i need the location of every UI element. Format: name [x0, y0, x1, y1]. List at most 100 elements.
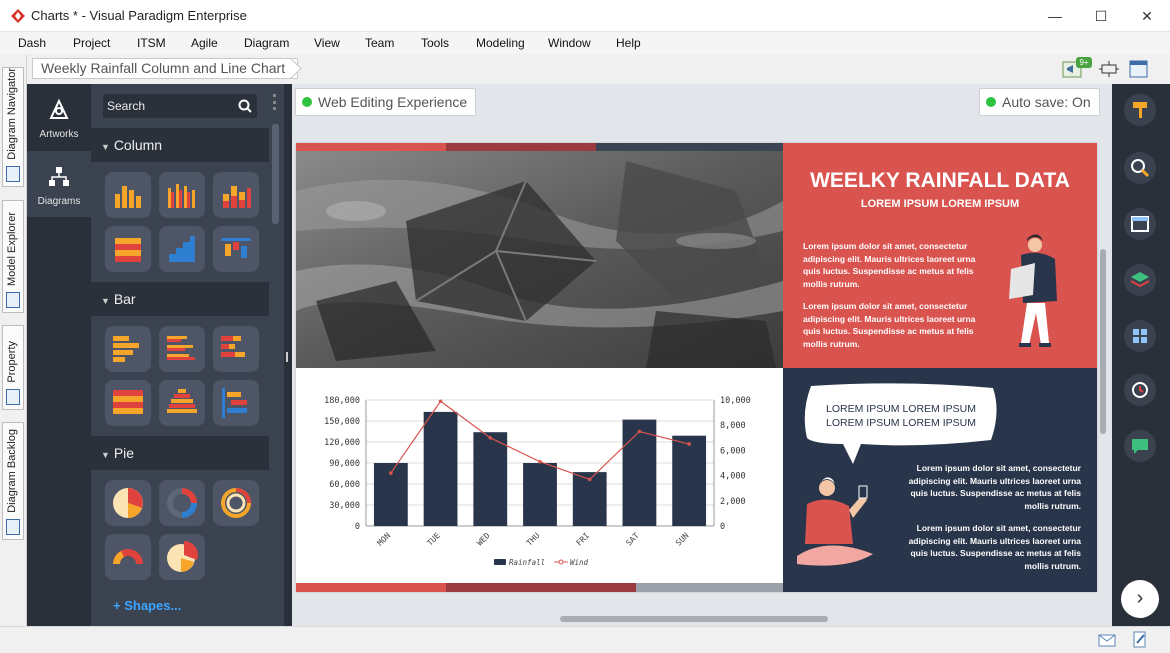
more-shapes-link[interactable]: + Shapes...	[113, 598, 181, 613]
tab-property[interactable]: Property	[2, 325, 24, 410]
menu-diagram[interactable]: Diagram	[244, 36, 289, 50]
close-button[interactable]: ✕	[1124, 0, 1170, 32]
category-column[interactable]: ▼ Column	[91, 128, 269, 162]
red-text-panel: WEELKY RAINFALL DATA LOREM IPSUM LOREM I…	[783, 143, 1097, 368]
rail-diagrams-label: Diagrams	[37, 196, 81, 207]
category-pie[interactable]: ▼ Pie	[91, 436, 269, 470]
shape-bar-range[interactable]	[213, 380, 259, 426]
shape-bar-stacked[interactable]	[213, 326, 259, 372]
tab-label: Diagram Backlog	[6, 429, 18, 513]
diagram-canvas[interactable]: Web Editing Experience Auto save: On WEE…	[292, 84, 1112, 626]
web-editing-indicator[interactable]: Web Editing Experience	[295, 88, 477, 116]
x-tick-label: SAT	[624, 531, 641, 548]
artworks-icon	[49, 98, 69, 119]
rail-artworks[interactable]: Artworks	[27, 84, 91, 150]
comments-icon[interactable]	[1124, 430, 1156, 462]
category-label: Bar	[113, 291, 136, 307]
y-tick-label: 120,000	[324, 438, 360, 448]
shape-column-stacked[interactable]	[213, 172, 259, 218]
autosave-label: Auto save: On	[1002, 94, 1091, 110]
backlog-icon	[6, 519, 20, 535]
mail-icon[interactable]	[1098, 634, 1116, 647]
sitting-person-illustration	[797, 477, 873, 566]
menu-project[interactable]: Project	[73, 36, 110, 50]
shape-bar-heat[interactable]	[105, 380, 151, 426]
shape-pie-half[interactable]	[105, 534, 151, 580]
rail-artworks-label: Artworks	[39, 129, 79, 140]
x-tick-label: SUN	[674, 531, 691, 548]
y-tick-label: 90,000	[329, 459, 360, 469]
menu-itsm[interactable]: ITSM	[137, 36, 166, 50]
shape-column-basic[interactable]	[105, 172, 151, 218]
menu-view[interactable]: View	[314, 36, 340, 50]
category-bar[interactable]: ▼ Bar	[91, 282, 269, 316]
right-toolbar	[1112, 84, 1170, 626]
menu-help[interactable]: Help	[616, 36, 641, 50]
tab-model-explorer[interactable]: Model Explorer	[2, 200, 24, 313]
shape-pie-exploded[interactable]	[159, 534, 205, 580]
shape-pie-donut[interactable]	[159, 480, 205, 526]
breadcrumb[interactable]: Weekly Rainfall Column and Line Chart	[32, 58, 299, 79]
splitter-grip-icon	[286, 352, 288, 362]
rainfall-chart[interactable]: 180,000 150,000 120,000 90,000 60,000 30,000 0…	[296, 368, 783, 583]
category-label: Pie	[113, 445, 135, 461]
shape-bar-grouped[interactable]	[159, 326, 205, 372]
wind-point-fri	[587, 477, 592, 482]
dark-paragraph-1: Lorem ipsum dolor sit amet, consectetur …	[908, 463, 1081, 511]
app-logo-icon	[11, 9, 25, 23]
document-edit-icon[interactable]	[1132, 631, 1148, 649]
shape-column-grouped[interactable]	[159, 172, 205, 218]
bottom-strip	[446, 583, 636, 592]
vertical-scrollbar[interactable]	[1100, 249, 1106, 434]
infographic[interactable]: WEELKY RAINFALL DATA LOREM IPSUM LOREM I…	[296, 143, 1097, 592]
autosave-indicator[interactable]: Auto save: On	[979, 88, 1100, 116]
zoom-icon[interactable]	[1124, 152, 1156, 184]
shape-bar-basic[interactable]	[105, 326, 151, 372]
minimize-button[interactable]: —	[1032, 0, 1078, 32]
fit-diagram-icon[interactable]	[1098, 59, 1120, 79]
shape-column-range[interactable]	[213, 226, 259, 272]
menu-window[interactable]: Window	[548, 36, 591, 50]
shape-bar-pyramid[interactable]	[159, 380, 205, 426]
expand-panel-button[interactable]: ›	[1121, 580, 1159, 618]
top-strip	[446, 143, 596, 151]
panel-splitter[interactable]	[284, 84, 292, 626]
tab-diagram-backlog[interactable]: Diagram Backlog	[2, 422, 24, 540]
horizontal-scrollbar[interactable]	[560, 616, 828, 622]
grid-layout-icon[interactable]	[1124, 320, 1156, 352]
status-dot-icon	[302, 97, 312, 107]
red-paragraph-1: Lorem ipsum dolor sit amet, consectetur …	[803, 241, 976, 289]
shape-column-heat[interactable]	[105, 226, 151, 272]
wind-point-sun	[687, 442, 691, 446]
menu-tools[interactable]: Tools	[421, 36, 449, 50]
tab-label: Property	[6, 341, 18, 383]
navigator-icon	[6, 166, 20, 182]
shape-pie-basic[interactable]	[105, 480, 151, 526]
menu-dash[interactable]: Dash	[18, 36, 46, 50]
status-dot-icon	[986, 97, 996, 107]
panel-scrollbar[interactable]	[272, 124, 279, 224]
bottom-strip	[636, 583, 783, 592]
layout-icon[interactable]	[1128, 59, 1150, 79]
menu-agile[interactable]: Agile	[191, 36, 218, 50]
y-tick-label: 180,000	[324, 396, 360, 406]
legend-rainfall-swatch	[494, 559, 506, 565]
window-panel-icon[interactable]	[1124, 208, 1156, 240]
tab-diagram-navigator[interactable]: Diagram Navigator	[2, 67, 24, 187]
shape-column-step[interactable]	[159, 226, 205, 272]
explorer-icon	[6, 292, 20, 308]
history-icon[interactable]	[1124, 374, 1156, 406]
layers-icon[interactable]	[1124, 264, 1156, 296]
menu-team[interactable]: Team	[365, 36, 394, 50]
search-input[interactable]: Search	[103, 94, 257, 118]
maximize-button[interactable]: ☐	[1078, 0, 1124, 32]
legend-rainfall-label: Rainfall	[509, 558, 545, 567]
menu-modeling[interactable]: Modeling	[476, 36, 525, 50]
search-icon	[238, 99, 252, 113]
legend-wind-marker	[558, 559, 564, 565]
format-painter-icon[interactable]	[1124, 94, 1156, 126]
panel-grip-icon[interactable]	[273, 94, 277, 110]
rail-diagrams[interactable]: Diagrams	[27, 151, 91, 217]
top-strip	[596, 143, 783, 151]
shape-pie-ring[interactable]	[213, 480, 259, 526]
